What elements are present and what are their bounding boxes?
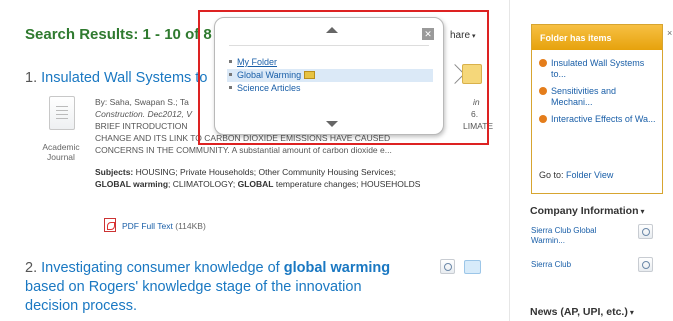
sidebar-divider (509, 0, 510, 321)
company-information-heading[interactable]: Company Information ▾ (530, 205, 645, 217)
pdf-label[interactable]: PDF Full Text (122, 221, 173, 231)
company-link-sierra-club[interactable]: Sierra Club (531, 260, 615, 270)
subjects-label: Subjects: (95, 167, 134, 177)
subject-global-warming[interactable]: GLOBAL warming (95, 179, 168, 189)
folder-item-my-folder[interactable]: My Folder (227, 56, 433, 69)
abstract-line-3: CONCERNS IN THE COMMUNITY. A substantial… (95, 145, 392, 155)
bullet-icon (229, 86, 232, 89)
chevron-down-icon: ▾ (629, 308, 634, 317)
close-icon[interactable]: × (667, 28, 672, 38)
byline-prefix: By: Saha, Swapan S.; Ta (95, 97, 189, 107)
result-1-title[interactable]: 1. Insulated Wall Systems to (25, 70, 207, 86)
result-1-number: 1. (25, 70, 38, 86)
bullet-icon (229, 60, 232, 63)
result-1-title-link[interactable]: Insulated Wall Systems to (41, 70, 207, 86)
folder-item-science-articles[interactable]: Science Articles (227, 82, 433, 95)
folder-box-item[interactable]: Interactive Effects of Wa... (539, 114, 659, 125)
chevron-down-icon: ▾ (640, 207, 645, 216)
company-link-sierra-club-global[interactable]: Sierra Club Global Warmin... (531, 226, 615, 246)
close-icon[interactable]: ✕ (422, 28, 434, 40)
result-1-doc-type: Academic Journal (42, 142, 80, 162)
popup-divider (229, 45, 429, 46)
folder-item-global-warming[interactable]: Global Warming (227, 69, 433, 82)
remove-icon[interactable] (539, 59, 547, 67)
preview-icon[interactable] (440, 259, 455, 274)
shared-folder-icon (304, 71, 316, 79)
folder-chooser-highlight: ✕ My Folder Global Warming Science Artic… (198, 10, 489, 145)
results-heading: Search Results: 1 - 10 of 8 (25, 26, 212, 43)
folder-box-item[interactable]: Sensitivities and Mechani... (539, 86, 659, 108)
result-2-title-bold: global warming (283, 260, 391, 276)
folder-box-list: Insulated Wall Systems to... Sensitiviti… (539, 58, 659, 131)
pdf-size: (114KB) (175, 221, 206, 231)
news-heading[interactable]: News (AP, UPI, etc.) ▾ (530, 306, 634, 318)
result-1-subjects: Subjects: HOUSING; Private Households; O… (95, 167, 421, 189)
pdf-icon (104, 218, 116, 232)
academic-journal-icon (49, 96, 75, 130)
folder-has-items-box: Folder has items Insulated Wall Systems … (531, 24, 663, 194)
go-to-folder: Go to: Folder View (539, 170, 614, 180)
preview-icon[interactable] (638, 257, 653, 272)
result-2-number: 2. (25, 260, 38, 276)
remove-icon[interactable] (539, 87, 547, 95)
preview-icon[interactable] (638, 224, 653, 239)
folder-view-link[interactable]: Folder View (566, 170, 613, 180)
scroll-down-icon[interactable] (326, 121, 338, 127)
add-to-folder-icon[interactable] (464, 260, 481, 274)
remove-icon[interactable] (539, 115, 547, 123)
folder-chooser-popup: ✕ My Folder Global Warming Science Artic… (214, 17, 444, 135)
folder-box-header: Folder has items (532, 25, 662, 50)
source-prefix: Construction. Dec2012, V (95, 109, 192, 119)
subject-global[interactable]: GLOBAL (238, 179, 274, 189)
pdf-full-text-link[interactable]: PDF Full Text (114KB) (104, 218, 206, 232)
folder-box-item[interactable]: Insulated Wall Systems to... (539, 58, 659, 80)
scroll-up-icon[interactable] (326, 27, 338, 33)
result-2-title[interactable]: 2. Investigating consumer knowledge of g… (25, 259, 415, 316)
bullet-icon (229, 73, 232, 76)
folder-list: My Folder Global Warming Science Article… (227, 56, 433, 95)
